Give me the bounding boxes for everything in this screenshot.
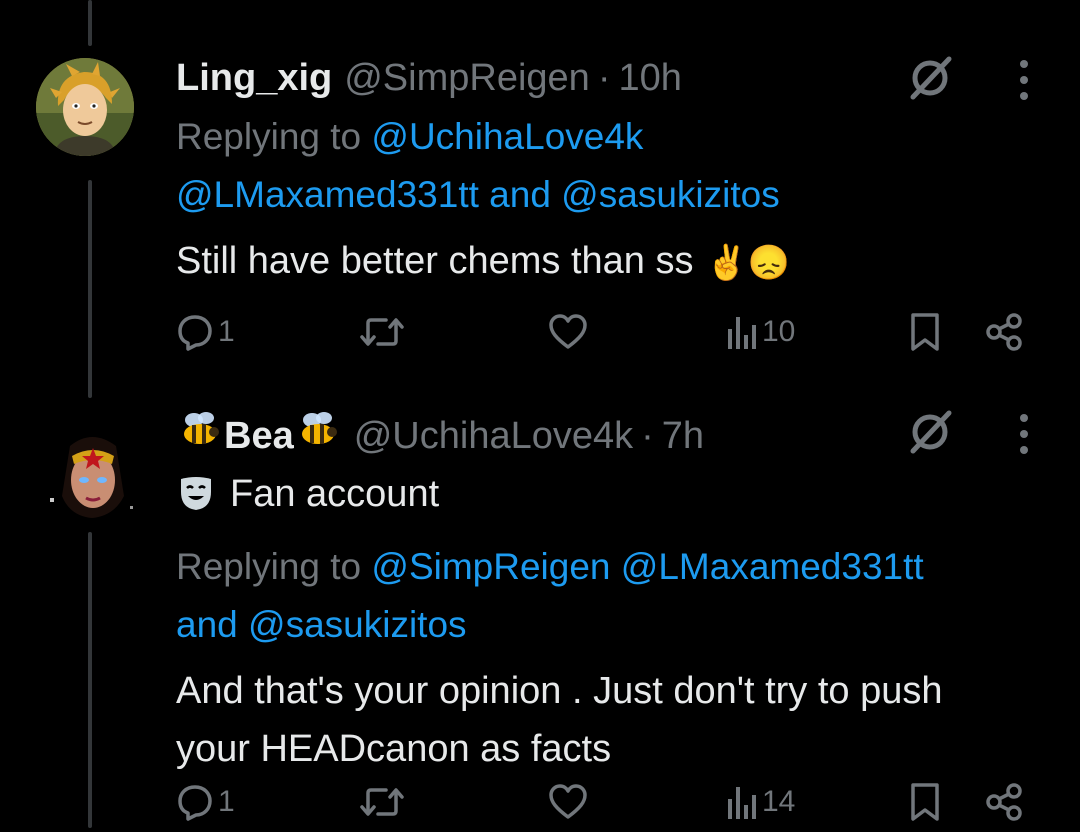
user-handle[interactable]: @UchihaLove4k bbox=[354, 406, 633, 466]
tweet-actions: 1 14 bbox=[176, 772, 1046, 832]
display-name[interactable]: Bea bbox=[224, 406, 294, 466]
grok-icon[interactable] bbox=[900, 48, 960, 108]
account-label[interactable]: Fan account bbox=[176, 466, 1050, 522]
reply-button[interactable]: 1 bbox=[176, 772, 235, 832]
views-icon bbox=[728, 787, 756, 819]
replying-to-line-1: Replying to @SimpReigen @LMaxamed331tt bbox=[176, 538, 1050, 596]
tweet-body: And that's your opinion . Just don't try… bbox=[176, 662, 1050, 778]
more-options-icon[interactable] bbox=[1012, 404, 1036, 464]
tweet-bea[interactable]: Bea @UchihaLove4k · 7h Fan account Reply… bbox=[0, 400, 1080, 828]
like-button[interactable] bbox=[548, 772, 588, 832]
view-count: 14 bbox=[762, 785, 796, 818]
replying-to-line-1: Replying to @UchihaLove4k bbox=[176, 108, 1050, 166]
separator-dot: · bbox=[597, 57, 611, 99]
bookmark-button[interactable] bbox=[908, 302, 942, 362]
tweet-actions: 1 10 bbox=[176, 302, 1046, 362]
replying-to-line-2: and @sasukizitos bbox=[176, 596, 1050, 654]
like-button[interactable] bbox=[548, 302, 588, 362]
timestamp[interactable]: 7h bbox=[662, 406, 704, 466]
retweet-icon bbox=[360, 788, 404, 816]
emoji-text: ✌️😞 bbox=[705, 243, 791, 282]
tweet-text: Still have better chems than ss bbox=[176, 240, 694, 282]
view-count: 10 bbox=[762, 315, 796, 348]
retweet-button[interactable] bbox=[360, 772, 404, 832]
fan-account-label: Fan account bbox=[230, 473, 440, 515]
reply-icon bbox=[178, 315, 212, 351]
anime-character-avatar-icon bbox=[36, 58, 134, 156]
heart-icon bbox=[549, 314, 587, 349]
share-icon bbox=[986, 313, 1022, 351]
reply-count: 1 bbox=[218, 785, 235, 818]
user-handle[interactable]: @SimpReigen bbox=[344, 48, 590, 108]
reply-button[interactable]: 1 bbox=[176, 302, 235, 362]
wonder-woman-avatar-icon bbox=[50, 437, 133, 518]
replying-to-others[interactable]: @LMaxamed331tt and @sasukizitos bbox=[176, 174, 780, 215]
replying-to-handles[interactable]: @SimpReigen @LMaxamed331tt bbox=[371, 546, 923, 587]
views-icon bbox=[728, 317, 756, 349]
replying-to-line-2: @LMaxamed331tt and @sasukizitos bbox=[176, 166, 1050, 224]
replying-to-and: and bbox=[176, 604, 238, 645]
retweet-icon bbox=[360, 318, 404, 346]
bookmark-icon bbox=[911, 313, 939, 351]
replying-to-prefix: Replying to bbox=[176, 546, 362, 587]
views-button[interactable]: 14 bbox=[726, 772, 795, 832]
avatar-ling-xig[interactable] bbox=[36, 58, 134, 156]
reply-count: 1 bbox=[218, 315, 235, 348]
replying-to-handle[interactable]: @sasukizitos bbox=[248, 604, 467, 645]
emoji-group: ✌️😞 bbox=[705, 234, 790, 292]
bookmark-icon bbox=[911, 783, 939, 821]
bookmark-button[interactable] bbox=[908, 772, 942, 832]
theater-mask-icon bbox=[176, 474, 216, 514]
views-button[interactable]: 10 bbox=[726, 302, 795, 362]
more-options-icon[interactable] bbox=[1012, 50, 1036, 110]
share-button[interactable] bbox=[984, 302, 1024, 362]
replying-to-prefix: Replying to bbox=[176, 116, 362, 157]
retweet-button[interactable] bbox=[360, 302, 404, 362]
grok-icon[interactable] bbox=[900, 402, 960, 462]
display-name[interactable]: Ling_xig bbox=[176, 48, 332, 108]
tweet-ling-xig[interactable]: Ling_xig @SimpReigen · 10h Replying to @… bbox=[0, 0, 1080, 400]
tweet-text-line-2: your HEADcanon as facts bbox=[176, 728, 612, 770]
replying-to-handle[interactable]: @UchihaLove4k bbox=[371, 116, 643, 157]
tweet-text-line-1: And that's your opinion . Just don't try… bbox=[176, 670, 943, 712]
separator-dot: · bbox=[641, 415, 654, 457]
avatar-bea[interactable] bbox=[44, 426, 142, 524]
reply-icon bbox=[178, 785, 212, 821]
share-icon bbox=[986, 783, 1022, 821]
timestamp[interactable]: 10h bbox=[618, 48, 681, 108]
bee-emoji-icon bbox=[176, 406, 224, 466]
heart-icon bbox=[549, 784, 587, 819]
share-button[interactable] bbox=[984, 772, 1024, 832]
bee-emoji-icon bbox=[294, 406, 342, 466]
tweet-body: Still have better chems than ss ✌️😞 bbox=[176, 232, 1050, 292]
